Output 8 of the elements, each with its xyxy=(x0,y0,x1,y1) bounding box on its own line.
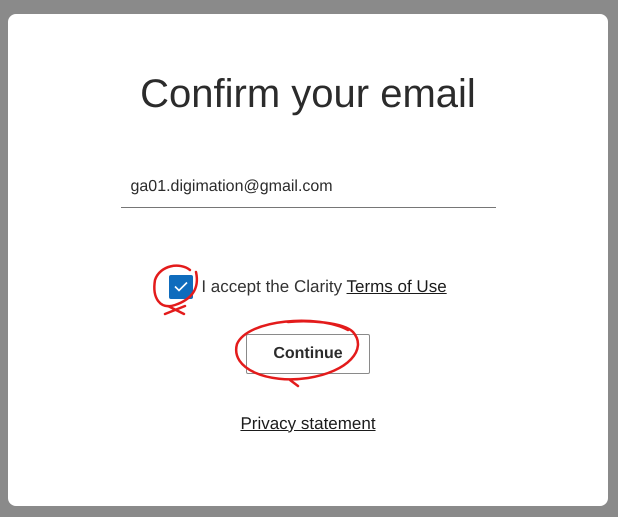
terms-of-use-link[interactable]: Terms of Use xyxy=(346,277,447,296)
continue-button[interactable]: Continue xyxy=(246,334,370,374)
email-field[interactable]: ga01.digimation@gmail.com xyxy=(120,171,496,208)
privacy-link[interactable]: Privacy statement xyxy=(240,410,376,436)
checkmark-icon xyxy=(174,281,188,292)
terms-label: I accept the Clarity Terms of Use xyxy=(201,276,447,298)
dialog-title: Confirm your email xyxy=(139,71,477,116)
terms-checkbox[interactable] xyxy=(169,274,194,299)
